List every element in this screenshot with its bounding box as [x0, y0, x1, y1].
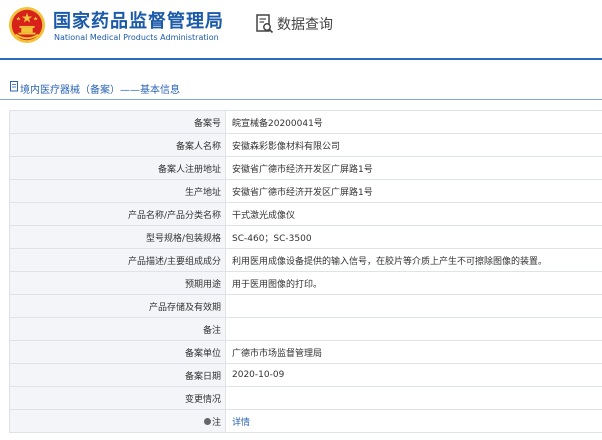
row-value-registrant-address: 安徽省广德市经济开发区广屏路1号	[225, 156, 602, 180]
row-value-model-spec: SC-460；SC-3500	[225, 225, 602, 249]
row-value-remarks	[225, 317, 602, 341]
details-link[interactable]: 详情	[232, 418, 250, 428]
section-heading: 境内医疗器械（备案）——基本信息	[0, 77, 602, 97]
header-divider	[0, 58, 602, 60]
row-label-note: 注	[9, 409, 226, 433]
row-value-intended-use: 用于医用图像的打印。	[225, 271, 602, 295]
table-row: 预期用途 用于医用图像的打印。	[9, 271, 602, 295]
row-label-production-address: 生产地址	[9, 179, 226, 203]
row-value-registrant-name: 安徽森彩影像材料有限公司	[225, 133, 602, 157]
table-row: 注 详情	[9, 409, 602, 433]
site-subtitle: National Medical Products Administration	[54, 33, 219, 42]
table-row: 产品存储及有效期	[9, 294, 602, 318]
site-title: 国家药品监督管理局	[53, 11, 224, 32]
national-emblem-icon	[8, 6, 46, 44]
row-label-storage-validity: 产品存储及有效期	[9, 294, 226, 318]
row-label-registrant-name: 备案人名称	[9, 133, 226, 157]
note-label-text: 注	[211, 417, 221, 428]
row-label-product-description: 产品描述/主要组成成分	[9, 248, 226, 272]
data-query-link[interactable]: 数据查询	[277, 14, 333, 34]
table-row: 产品描述/主要组成成分 利用医用成像设备提供的输入信号，在胶片等介质上产生不可擦…	[9, 248, 602, 272]
row-value-product-description: 利用医用成像设备提供的输入信号，在胶片等介质上产生不可擦除图像的装置。	[225, 248, 602, 272]
row-value-production-address: 安徽省广德市经济开发区广屏路1号	[225, 179, 602, 203]
table-row: 产品名称/产品分类名称 干式激光成像仪	[9, 202, 602, 226]
row-label-model-spec: 型号规格/包装规格	[9, 225, 226, 249]
table-row: 备案单位 广德市市场监督管理局	[9, 340, 602, 364]
document-icon	[10, 81, 18, 92]
row-value-storage-validity	[225, 294, 602, 318]
row-label-remarks: 备注	[9, 317, 226, 341]
table-row: 变更情况	[9, 386, 602, 410]
row-value-note: 详情	[225, 409, 602, 433]
section-title: 境内医疗器械（备案）——基本信息	[20, 85, 180, 96]
row-label-record-number: 备案号	[9, 110, 226, 134]
table-row: 备案号 皖宣械备20200041号	[9, 110, 602, 134]
info-table: 备案号 皖宣械备20200041号 备案人名称 安徽森彩影像材料有限公司 备案人…	[9, 110, 602, 433]
table-row: 备案人注册地址 安徽省广德市经济开发区广屏路1号	[9, 156, 602, 180]
row-label-product-name: 产品名称/产品分类名称	[9, 202, 226, 226]
site-header: 国家药品监督管理局 National Medical Products Admi…	[0, 0, 602, 52]
table-row: 生产地址 安徽省广德市经济开发区广屏路1号	[9, 179, 602, 203]
section-divider	[0, 99, 602, 100]
row-label-intended-use: 预期用途	[9, 271, 226, 295]
search-document-icon[interactable]	[256, 14, 274, 34]
info-dot-icon	[203, 417, 211, 425]
table-row: 备案日期 2020-10-09	[9, 363, 602, 387]
row-label-record-date: 备案日期	[9, 363, 226, 387]
row-value-record-number: 皖宣械备20200041号	[225, 110, 602, 134]
row-label-change-status: 变更情况	[9, 386, 226, 410]
row-label-record-unit: 备案单位	[9, 340, 226, 364]
row-label-registrant-address: 备案人注册地址	[9, 156, 226, 180]
row-value-change-status	[225, 386, 602, 410]
table-row: 型号规格/包装规格 SC-460；SC-3500	[9, 225, 602, 249]
row-value-record-unit: 广德市市场监督管理局	[225, 340, 602, 364]
row-value-record-date: 2020-10-09	[225, 363, 602, 387]
table-row: 备案人名称 安徽森彩影像材料有限公司	[9, 133, 602, 157]
row-value-product-name: 干式激光成像仪	[225, 202, 602, 226]
table-row: 备注	[9, 317, 602, 341]
